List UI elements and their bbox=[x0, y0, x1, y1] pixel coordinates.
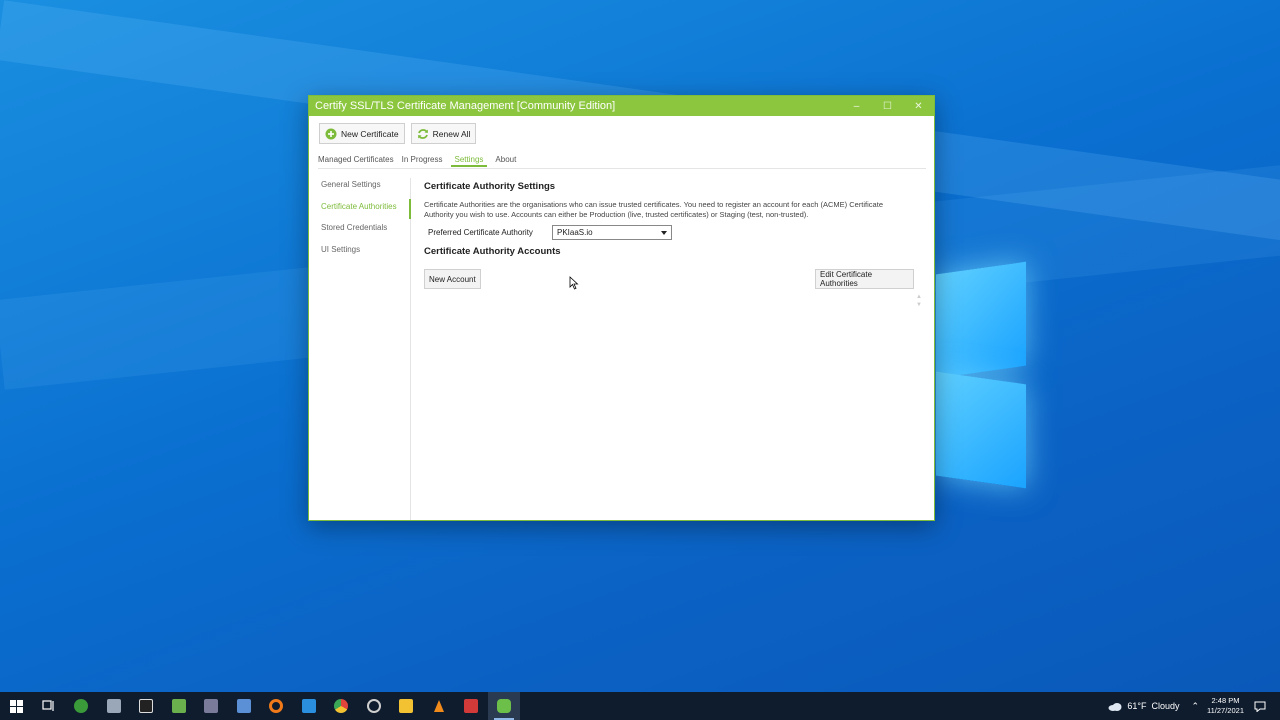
edit-certificate-authorities-button[interactable]: Edit Certificate Authorities bbox=[815, 269, 914, 289]
taskbar-app-vlc[interactable] bbox=[423, 692, 456, 720]
plus-circle-icon bbox=[325, 128, 337, 139]
clock[interactable]: 2:48 PM 11/27/2021 bbox=[1207, 696, 1244, 716]
taskbar-app-winrar[interactable] bbox=[195, 692, 228, 720]
hs-app-icon bbox=[74, 699, 89, 713]
title-bar[interactable]: Certify SSL/TLS Certificate Management [… bbox=[309, 96, 934, 116]
vscode-icon bbox=[301, 699, 316, 713]
taskbar-app-vscode[interactable] bbox=[293, 692, 326, 720]
start-button[interactable] bbox=[0, 692, 33, 720]
sidebar-item-general-settings[interactable]: General Settings bbox=[309, 178, 410, 200]
taskbar-app-file-explorer[interactable] bbox=[390, 692, 423, 720]
tab-managed-certificates[interactable]: Managed Certificates bbox=[318, 155, 394, 167]
ca-settings-panel: Certificate Authority Settings Certifica… bbox=[424, 181, 914, 293]
accounts-actions: New Account Edit Certificate Authorities bbox=[424, 263, 914, 293]
remote-desktop-icon bbox=[236, 699, 251, 713]
renew-all-button[interactable]: Renew All bbox=[410, 123, 477, 144]
settings-sidebar: General Settings Certificate Authorities… bbox=[309, 178, 411, 520]
windows-start-icon bbox=[9, 699, 23, 713]
tab-divider bbox=[318, 168, 926, 169]
maximize-button[interactable]: ☐ bbox=[872, 101, 903, 112]
file-explorer-icon bbox=[399, 699, 414, 713]
windows-logo bbox=[930, 250, 1030, 500]
tab-settings[interactable]: Settings bbox=[450, 155, 488, 167]
scroll-arrows[interactable]: ▲ ▼ bbox=[916, 293, 922, 309]
taskbar-app-certify[interactable] bbox=[487, 692, 520, 720]
window-title: Certify SSL/TLS Certificate Management [… bbox=[315, 100, 616, 112]
tab-about[interactable]: About bbox=[495, 155, 516, 167]
notification-icon[interactable] bbox=[1254, 701, 1266, 712]
chrome-icon bbox=[334, 699, 349, 713]
new-certificate-label: New Certificate bbox=[341, 128, 399, 139]
new-certificate-button[interactable]: New Certificate bbox=[319, 123, 405, 144]
accounts-heading: Certificate Authority Accounts bbox=[424, 246, 561, 257]
weather-text[interactable]: 61°F Cloudy bbox=[1127, 701, 1179, 711]
orange-app-icon bbox=[269, 699, 284, 713]
red-app-icon bbox=[464, 699, 479, 713]
minimize-button[interactable]: – bbox=[841, 101, 872, 112]
taskbar-app-red[interactable] bbox=[455, 692, 488, 720]
preferred-ca-row: Preferred Certificate Authority PKIaaS.i… bbox=[424, 225, 914, 240]
taskbar: 61°F Cloudy ⌃ 2:48 PM 11/27/2021 bbox=[0, 692, 1280, 720]
preferred-ca-value: PKIaaS.io bbox=[557, 228, 593, 237]
sidebar-item-stored-credentials[interactable]: Stored Credentials bbox=[309, 221, 410, 243]
tab-in-progress[interactable]: In Progress bbox=[402, 155, 443, 167]
chevron-up-icon[interactable]: ⌃ bbox=[1191, 701, 1199, 712]
taskbar-app-orange[interactable] bbox=[260, 692, 293, 720]
clock-time: 2:48 PM bbox=[1211, 696, 1240, 705]
sidebar-item-ui-settings[interactable]: UI Settings bbox=[309, 243, 410, 265]
preferred-ca-select[interactable]: PKIaaS.io bbox=[552, 225, 672, 240]
main-tabs: Managed Certificates In Progress Setting… bbox=[318, 155, 516, 167]
taskbar-app-notepad[interactable] bbox=[163, 692, 196, 720]
terminal-icon bbox=[139, 699, 154, 713]
certify-window: Certify SSL/TLS Certificate Management [… bbox=[308, 95, 935, 521]
chevron-down-icon bbox=[661, 230, 667, 235]
taskbar-app-clock[interactable] bbox=[358, 692, 391, 720]
clock-date: 11/27/2021 bbox=[1207, 706, 1244, 715]
taskbar-app-remote-desktop[interactable] bbox=[228, 692, 261, 720]
clock-app-icon bbox=[366, 699, 381, 713]
refresh-icon bbox=[417, 128, 428, 139]
taskbar-app-terminal[interactable] bbox=[130, 692, 163, 720]
close-button[interactable]: ✕ bbox=[903, 101, 934, 112]
remote-tool-icon bbox=[106, 699, 121, 713]
renew-all-label: Renew All bbox=[432, 128, 471, 139]
task-view-button[interactable] bbox=[33, 692, 66, 720]
taskbar-app-chrome[interactable] bbox=[325, 692, 358, 720]
new-account-button[interactable]: New Account bbox=[424, 269, 481, 289]
ca-description: Certificate Authorities are the organisa… bbox=[424, 200, 883, 219]
system-tray: 61°F Cloudy ⌃ 2:48 PM 11/27/2021 bbox=[1108, 692, 1280, 720]
certify-icon bbox=[496, 699, 511, 713]
vlc-icon bbox=[433, 700, 444, 712]
preferred-ca-label: Preferred Certificate Authority bbox=[428, 228, 533, 237]
cloud-icon bbox=[1108, 702, 1122, 711]
toolbar: New Certificate Renew All bbox=[319, 123, 477, 144]
taskbar-app-hs[interactable] bbox=[65, 692, 98, 720]
notepad-icon bbox=[171, 699, 186, 713]
sidebar-item-certificate-authorities[interactable]: Certificate Authorities bbox=[309, 198, 411, 222]
page-title: Certificate Authority Settings bbox=[424, 181, 556, 192]
task-view-icon bbox=[42, 700, 54, 711]
taskbar-app-remote-tool[interactable] bbox=[98, 692, 131, 720]
winrar-icon bbox=[204, 699, 219, 713]
mouse-cursor-icon bbox=[569, 276, 579, 290]
